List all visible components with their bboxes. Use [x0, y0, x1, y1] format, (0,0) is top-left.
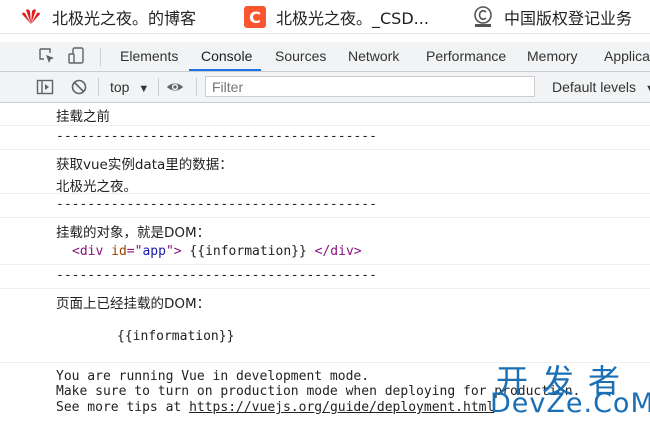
console-message: 北极光之夜。	[0, 172, 650, 195]
tab-performance[interactable]: Performance	[426, 42, 506, 71]
attr-close: ">	[165, 244, 182, 259]
clear-console-icon[interactable]	[70, 78, 88, 96]
bookmark-copyright[interactable]: 中国版权登记业务	[472, 0, 632, 33]
element-inner-text: {{information}}	[181, 244, 315, 259]
bookmark-blog[interactable]: 北极光之夜。的博客	[20, 0, 196, 33]
console-message: 获取vue实例data里的数据：	[0, 150, 650, 173]
csdn-logo-icon: C	[244, 5, 266, 28]
cpcc-logo-icon	[472, 5, 494, 28]
show-sidebar-icon[interactable]	[36, 78, 54, 96]
huawei-logo-icon	[20, 6, 42, 28]
tab-elements[interactable]: Elements	[120, 42, 178, 71]
message-text: ----------------------------------------…	[56, 197, 377, 212]
bookmark-label: 北极光之夜。的博客	[52, 8, 197, 28]
message-text: 获取vue实例data里的数据：	[56, 157, 233, 173]
vue-production-tip-line: Make sure to turn on production mode whe…	[56, 384, 581, 399]
bookmark-label: 中国版权登记业务	[504, 8, 633, 28]
dropdown-triangle-icon: ▼	[645, 83, 650, 95]
console-message: 挂载的对象，就是DOM：	[0, 218, 650, 241]
tab-sources[interactable]: Sources	[275, 42, 326, 71]
log-levels-selector[interactable]: Default levels ▼	[552, 72, 650, 102]
message-text: 页面上已经挂载的DOM：	[56, 296, 211, 312]
devtools-tab-strip: Elements Console Sources Network Perform…	[0, 42, 650, 72]
dom-element-node[interactable]: <div id="app"> {{information}} </div>	[72, 244, 362, 259]
log-levels-label: Default levels	[552, 79, 637, 95]
tag-close: </div>	[314, 244, 362, 259]
vue-dev-mode-line: You are running Vue in development mode.	[56, 369, 370, 384]
console-output: 挂载之前 -----------------------------------…	[0, 102, 650, 424]
console-message-vue-tip: You are running Vue in development mode.…	[0, 363, 650, 424]
message-text: 北极光之夜。	[56, 179, 137, 195]
device-toolbar-icon[interactable]	[68, 47, 86, 65]
docs-link[interactable]: https://vuejs.org/guide/deployment.html	[189, 400, 494, 415]
tag-open: <div	[72, 244, 104, 259]
active-tab-indicator	[189, 69, 261, 71]
toolbar-divider	[100, 48, 101, 66]
toolbar-divider	[98, 78, 99, 96]
eye-icon[interactable]	[166, 78, 184, 96]
console-message-dom: <div id="app"> {{information}} </div>	[0, 240, 650, 265]
console-message: {{information}}	[0, 311, 650, 363]
filter-input[interactable]	[205, 76, 535, 97]
tab-memory[interactable]: Memory	[527, 42, 578, 71]
message-text: ----------------------------------------…	[56, 268, 377, 283]
attr-eq: ="	[126, 244, 143, 259]
context-label: top	[110, 79, 130, 95]
console-message: ----------------------------------------…	[0, 194, 650, 218]
console-message: ----------------------------------------…	[0, 265, 650, 289]
docs-prefix: See more tips at	[56, 400, 190, 415]
attr-name: id	[111, 244, 127, 259]
message-text: 挂载的对象，就是DOM：	[56, 225, 211, 241]
toolbar-divider	[158, 78, 159, 96]
message-text: {{information}}	[117, 329, 235, 344]
tab-network[interactable]: Network	[348, 42, 399, 71]
console-message: ----------------------------------------…	[0, 126, 650, 150]
vue-docs-line: See more tips at https://vuejs.org/guide…	[56, 400, 494, 415]
console-message: 页面上已经挂载的DOM：	[0, 289, 650, 312]
dropdown-triangle-icon: ▼	[138, 83, 150, 95]
bookmark-csdn[interactable]: C 北极光之夜。_CSD...	[244, 0, 429, 33]
bookmarks-bar: 北极光之夜。的博客 C 北极光之夜。_CSD... 中国版权登记业务	[0, 0, 650, 34]
inspect-element-icon[interactable]	[38, 47, 56, 65]
context-selector[interactable]: top ▼	[110, 72, 149, 102]
console-toolbar: top ▼ Default levels ▼	[0, 72, 650, 103]
attr-value: app	[142, 244, 166, 259]
tab-application[interactable]: Applicat	[604, 42, 650, 71]
console-message: 挂载之前	[0, 102, 650, 126]
svg-text:C: C	[249, 8, 261, 27]
message-text: 挂载之前	[56, 109, 110, 125]
toolbar-divider	[196, 78, 197, 96]
bookmark-label: 北极光之夜。_CSD...	[276, 8, 429, 28]
tab-console[interactable]: Console	[201, 42, 252, 71]
message-text: ----------------------------------------…	[56, 129, 377, 144]
